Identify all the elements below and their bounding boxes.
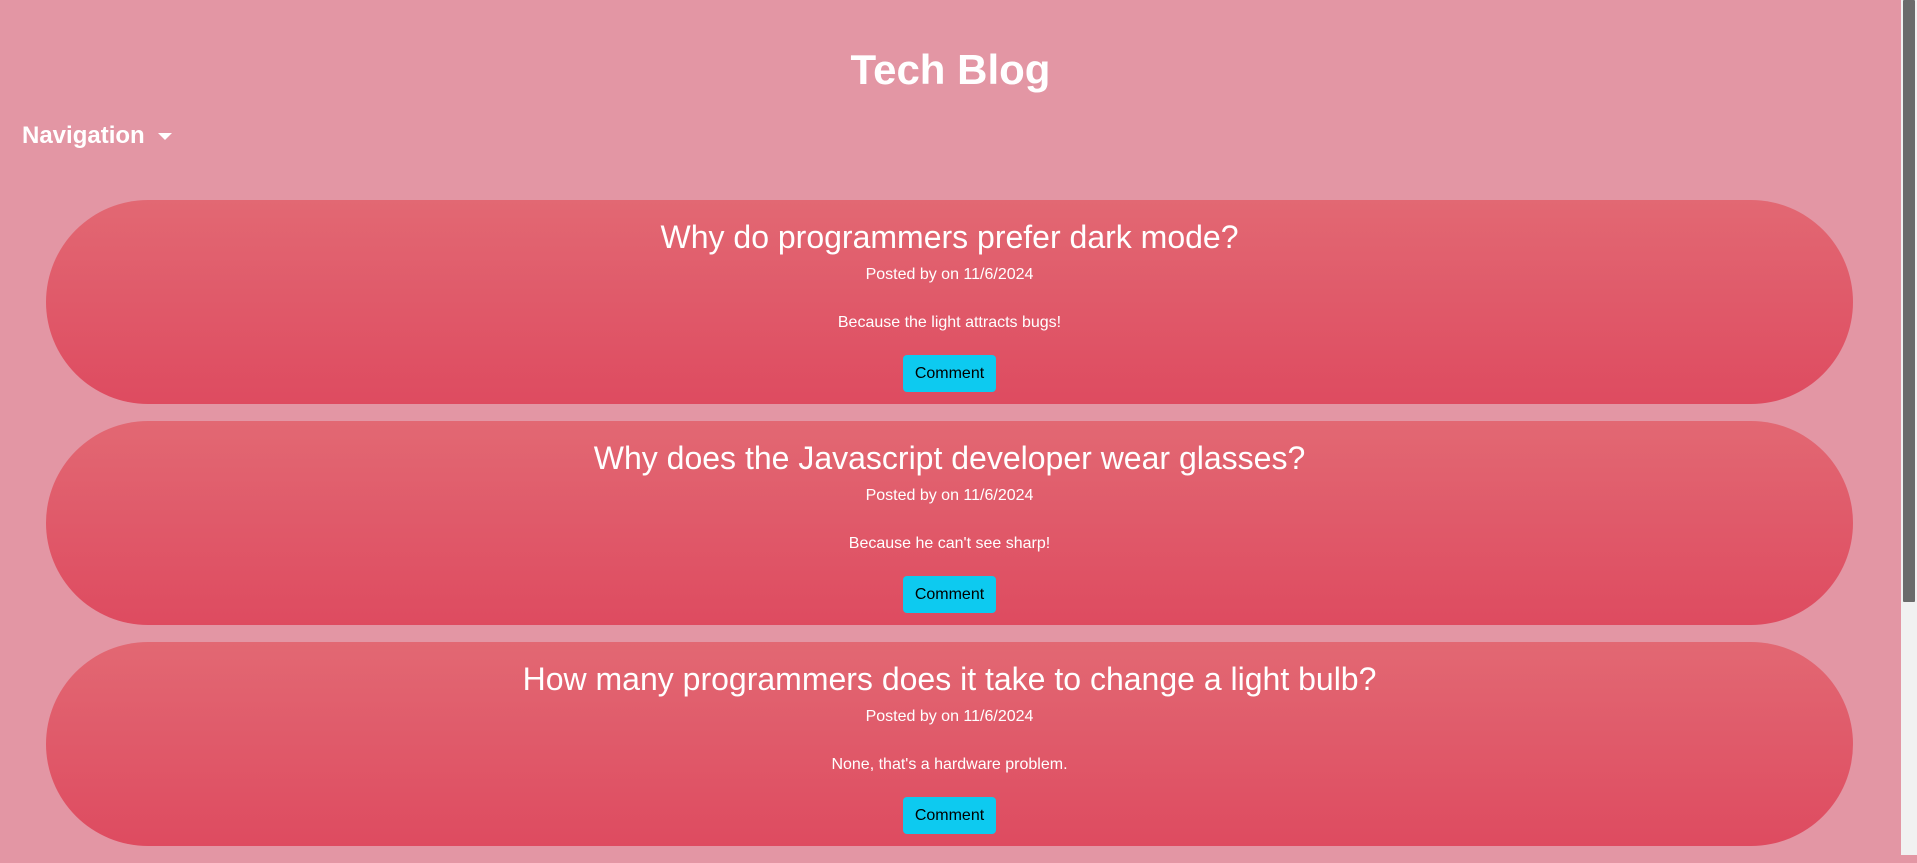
post-body: Because the light attracts bugs!	[837, 314, 1062, 331]
post-meta: Posted by on 11/6/2024	[865, 487, 1034, 504]
comment-button[interactable]: Comment	[902, 576, 997, 613]
post-card: Why does the Javascript developer wear g…	[46, 421, 1853, 625]
post-card: How many programmers does it take to cha…	[46, 642, 1853, 846]
post-meta: Posted by on 11/6/2024	[865, 266, 1034, 283]
post-meta: Posted by on 11/6/2024	[865, 708, 1034, 725]
navigation-label: Navigation	[22, 122, 145, 149]
vertical-scrollbar[interactable]	[1901, 0, 1917, 855]
caret-down-icon	[157, 132, 172, 140]
post-list: Why do programmers prefer dark mode? Pos…	[46, 200, 1853, 863]
navigation-dropdown[interactable]: Navigation	[22, 120, 172, 152]
scrollbar-thumb[interactable]	[1903, 0, 1915, 602]
post-body: None, that's a hardware problem.	[831, 756, 1068, 773]
post-body: Because he can't see sharp!	[848, 535, 1051, 552]
page: Tech Blog Navigation Why do programmers …	[0, 0, 1901, 855]
comment-button[interactable]: Comment	[902, 355, 997, 392]
post-title: Why does the Javascript developer wear g…	[593, 440, 1306, 476]
post-title: How many programmers does it take to cha…	[522, 661, 1377, 697]
comment-button[interactable]: Comment	[902, 797, 997, 834]
post-title: Why do programmers prefer dark mode?	[660, 219, 1239, 255]
post-card: Why do programmers prefer dark mode? Pos…	[46, 200, 1853, 404]
site-title: Tech Blog	[850, 46, 1051, 93]
